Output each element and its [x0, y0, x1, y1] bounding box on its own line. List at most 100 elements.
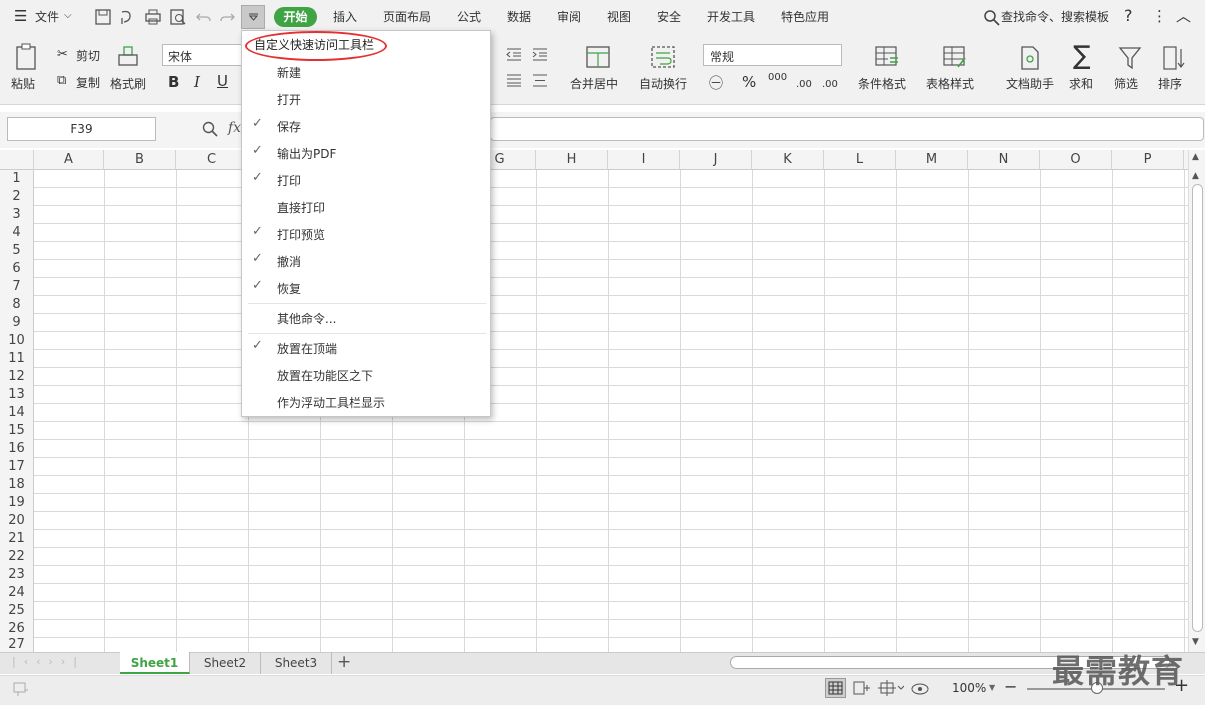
row-header[interactable]: 21: [0, 530, 33, 548]
italic-button[interactable]: I: [194, 73, 200, 91]
row-header[interactable]: 13: [0, 386, 33, 404]
tab-security[interactable]: 安全: [657, 8, 681, 25]
zoom-lookup-icon[interactable]: [202, 121, 218, 137]
tab-insert[interactable]: 插入: [333, 8, 357, 25]
menu-item-place-below-ribbon[interactable]: 放置在功能区之下: [242, 362, 490, 388]
tab-page-layout[interactable]: 页面布局: [383, 8, 431, 25]
column-header[interactable]: K: [752, 150, 824, 170]
column-header[interactable]: H: [536, 150, 608, 170]
font-name-field[interactable]: 宋体: [162, 44, 242, 66]
undo-icon[interactable]: [195, 8, 213, 26]
row-header[interactable]: 17: [0, 458, 33, 476]
sort-button[interactable]: 排序: [1158, 75, 1182, 92]
wrap-text-button[interactable]: 自动换行: [639, 75, 687, 92]
tab-special[interactable]: 特色应用: [781, 8, 829, 25]
paste-icon[interactable]: [14, 43, 40, 71]
add-sheet-button[interactable]: +: [337, 652, 351, 672]
column-header[interactable]: A: [34, 150, 104, 170]
menu-item-export-pdf[interactable]: ✓ 输出为PDF: [242, 140, 490, 166]
row-header[interactable]: 20: [0, 512, 33, 530]
column-header[interactable]: J: [680, 150, 752, 170]
row-header[interactable]: 24: [0, 584, 33, 602]
search-icon[interactable]: [983, 9, 1001, 27]
bold-button[interactable]: B: [168, 73, 179, 91]
format-painter-button[interactable]: 格式刷: [110, 75, 146, 92]
tab-data[interactable]: 数据: [507, 8, 531, 25]
row-header[interactable]: 25: [0, 602, 33, 620]
menu-item-undo[interactable]: ✓ 撤消: [242, 248, 490, 274]
export-pdf-icon[interactable]: [118, 8, 136, 26]
decrease-indent-icon[interactable]: [505, 47, 523, 61]
copy-button[interactable]: 复制: [76, 74, 100, 91]
filter-button[interactable]: 筛选: [1114, 75, 1138, 92]
name-box[interactable]: F39: [7, 117, 156, 141]
scroll-up-icon[interactable]: ▲: [1192, 152, 1199, 162]
tab-review[interactable]: 审阅: [557, 8, 581, 25]
macro-record-icon[interactable]: [12, 681, 30, 697]
zoom-out-button[interactable]: −: [1004, 677, 1017, 696]
row-header[interactable]: 19: [0, 494, 33, 512]
menu-item-more-commands[interactable]: 其他命令...: [242, 305, 490, 331]
currency-icon[interactable]: ㊀: [709, 73, 723, 93]
formula-input[interactable]: [490, 117, 1204, 141]
column-header[interactable]: N: [968, 150, 1040, 170]
insert-function-button[interactable]: fx: [228, 120, 241, 136]
row-header[interactable]: 9: [0, 314, 33, 332]
number-format-select[interactable]: 常规: [703, 44, 842, 66]
column-header[interactable]: L: [824, 150, 896, 170]
column-header[interactable]: M: [896, 150, 968, 170]
menu-item-save[interactable]: ✓ 保存: [242, 113, 490, 139]
scroll-down-icon[interactable]: ▼: [1192, 637, 1199, 647]
search-command-input[interactable]: 查找命令、搜索模板: [1001, 8, 1109, 25]
select-all-corner[interactable]: [0, 150, 34, 170]
conditional-format-button[interactable]: 条件格式: [858, 75, 906, 92]
document-helper-button[interactable]: 文档助手: [1006, 75, 1054, 92]
row-header[interactable]: 11: [0, 350, 33, 368]
row-header[interactable]: 22: [0, 548, 33, 566]
normal-view-icon[interactable]: [825, 678, 846, 698]
menu-item-redo[interactable]: ✓ 恢复: [242, 275, 490, 301]
column-header[interactable]: O: [1040, 150, 1112, 170]
print-icon[interactable]: [144, 8, 162, 26]
redo-icon[interactable]: [218, 8, 236, 26]
row-header[interactable]: 8: [0, 296, 33, 314]
chevron-down-icon[interactable]: ▼: [989, 683, 995, 692]
row-header[interactable]: 5: [0, 242, 33, 260]
scroll-top-icon[interactable]: ▲: [1192, 171, 1199, 181]
row-header[interactable]: 6: [0, 260, 33, 278]
menu-item-open[interactable]: 打开: [242, 86, 490, 112]
sheet-nav-arrows[interactable]: |‹‹››|: [12, 655, 85, 668]
chevron-down-icon[interactable]: ⌵: [64, 10, 72, 21]
menu-item-floating-toolbar[interactable]: 作为浮动工具栏显示: [242, 389, 490, 415]
row-header[interactable]: 12: [0, 368, 33, 386]
thousands-separator-button[interactable]: 000: [768, 72, 787, 83]
tab-view[interactable]: 视图: [607, 8, 631, 25]
print-preview-icon[interactable]: [169, 8, 187, 26]
merge-center-button[interactable]: 合并居中: [570, 75, 618, 92]
collapse-ribbon-icon[interactable]: ︿: [1176, 5, 1191, 26]
tab-developer[interactable]: 开发工具: [707, 8, 755, 25]
justify-icon[interactable]: [531, 73, 549, 87]
hamburger-icon[interactable]: ☰: [14, 7, 27, 25]
distribute-icon[interactable]: [505, 73, 523, 87]
paste-button[interactable]: 粘贴: [11, 75, 35, 92]
row-header[interactable]: 4: [0, 224, 33, 242]
column-header[interactable]: B: [104, 150, 176, 170]
menu-item-place-top[interactable]: ✓ 放置在顶端: [242, 335, 490, 361]
page-break-view-icon[interactable]: [852, 680, 872, 696]
sheet-tab[interactable]: Sheet2: [190, 652, 261, 674]
customize-quick-access-button[interactable]: [241, 5, 265, 29]
zoom-level-select[interactable]: 100%: [952, 681, 986, 695]
more-icon[interactable]: ⋮: [1152, 7, 1167, 25]
menu-item-new[interactable]: 新建: [242, 59, 490, 85]
row-header[interactable]: 26: [0, 620, 33, 638]
sheet-tab[interactable]: Sheet1: [120, 652, 190, 674]
tab-home[interactable]: 开始: [274, 7, 317, 27]
tab-formulas[interactable]: 公式: [457, 8, 481, 25]
row-header[interactable]: 15: [0, 422, 33, 440]
increase-decimal-button[interactable]: .00: [796, 79, 812, 90]
row-header[interactable]: 23: [0, 566, 33, 584]
percent-button[interactable]: %: [742, 73, 756, 91]
help-icon[interactable]: ?: [1124, 6, 1133, 25]
column-header[interactable]: I: [608, 150, 680, 170]
